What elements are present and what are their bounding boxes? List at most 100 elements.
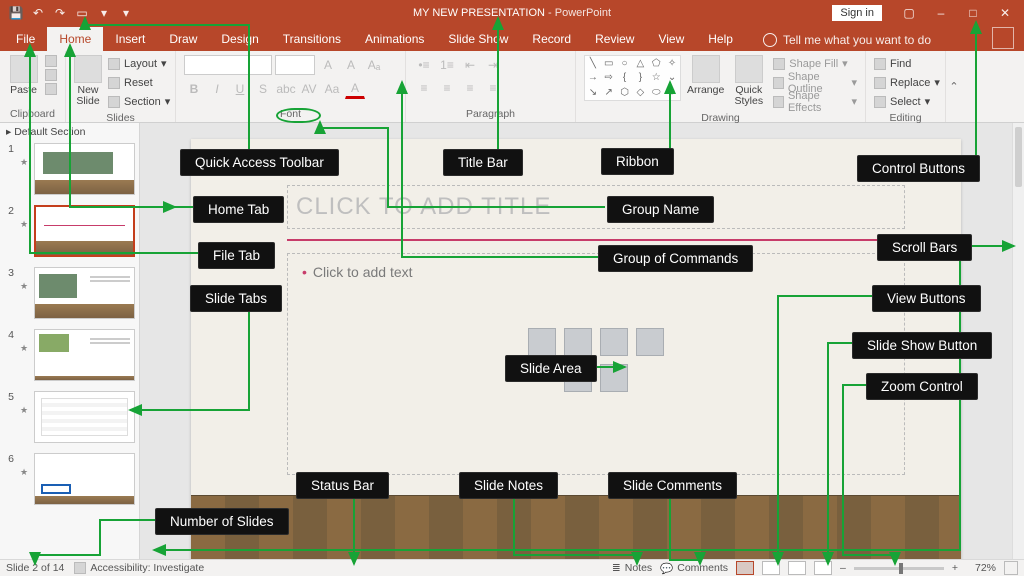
comments-toggle[interactable]: 💬 Comments bbox=[660, 562, 728, 575]
tab-insert[interactable]: Insert bbox=[103, 27, 157, 51]
font-size-select[interactable] bbox=[275, 55, 315, 75]
replace-button[interactable]: Replace ▾ bbox=[874, 74, 940, 91]
find-button[interactable]: Find bbox=[874, 55, 940, 72]
save-icon[interactable]: 💾 bbox=[8, 5, 24, 21]
fit-to-window-button[interactable] bbox=[1004, 561, 1018, 575]
collapse-ribbon-icon[interactable]: ⌃ bbox=[946, 51, 962, 122]
shape-fill-button[interactable]: Shape Fill ▾ bbox=[773, 55, 857, 72]
insert-3d-icon[interactable] bbox=[636, 328, 664, 356]
tab-record[interactable]: Record bbox=[520, 27, 583, 51]
tab-home[interactable]: Home bbox=[47, 27, 103, 51]
paste-button[interactable]: Paste bbox=[8, 55, 39, 96]
annot-show: Slide Show Button bbox=[852, 332, 992, 359]
bold-button[interactable]: B bbox=[184, 79, 204, 99]
normal-view-button[interactable] bbox=[736, 561, 754, 575]
shape-effects-button[interactable]: Shape Effects ▾ bbox=[773, 93, 857, 110]
decrease-font-icon[interactable]: A bbox=[341, 55, 361, 75]
tab-slideshow[interactable]: Slide Show bbox=[436, 27, 520, 51]
new-slide-button[interactable]: New Slide bbox=[74, 55, 102, 107]
shape-outline-button[interactable]: Shape Outline ▾ bbox=[773, 74, 857, 91]
insert-smartart-icon[interactable] bbox=[600, 328, 628, 356]
qat-customize-icon[interactable]: ▾ bbox=[118, 5, 134, 21]
spacing-button[interactable]: AV bbox=[299, 79, 319, 99]
font-color-button[interactable]: A bbox=[345, 79, 365, 99]
indent-dec-button[interactable]: ⇤ bbox=[460, 55, 480, 75]
redo-icon[interactable]: ↷ bbox=[52, 5, 68, 21]
strike-button[interactable]: S bbox=[253, 79, 273, 99]
tab-draw[interactable]: Draw bbox=[157, 27, 209, 51]
insert-table-icon[interactable] bbox=[528, 328, 556, 356]
slide-canvas[interactable]: CLICK TO ADD TITLE •Click to add text bbox=[191, 139, 961, 567]
tab-design[interactable]: Design bbox=[209, 27, 270, 51]
slide-thumb-3[interactable] bbox=[34, 267, 135, 319]
align-right-button[interactable]: ≡ bbox=[460, 78, 480, 98]
italic-button[interactable]: I bbox=[207, 79, 227, 99]
zoom-out-button[interactable]: – bbox=[840, 562, 846, 574]
sorter-view-button[interactable] bbox=[762, 561, 780, 575]
section-button[interactable]: Section ▾ bbox=[108, 93, 170, 110]
copy-icon[interactable] bbox=[45, 69, 57, 81]
sign-in-button[interactable]: Sign in bbox=[832, 5, 882, 21]
slideshow-view-button[interactable] bbox=[814, 561, 832, 575]
indent-inc-button[interactable]: ⇥ bbox=[483, 55, 503, 75]
insert-online-picture-icon[interactable] bbox=[600, 364, 628, 392]
vertical-scrollbar[interactable] bbox=[1012, 123, 1024, 564]
reset-button[interactable]: Reset bbox=[108, 74, 170, 91]
select-button[interactable]: Select ▾ bbox=[874, 93, 940, 110]
align-left-button[interactable]: ≡ bbox=[414, 78, 434, 98]
section-header[interactable]: ▸ Default Section bbox=[0, 123, 139, 141]
clear-format-icon[interactable]: Aₐ bbox=[364, 55, 384, 75]
undo-icon[interactable]: ↶ bbox=[30, 5, 46, 21]
justify-button[interactable]: ≡ bbox=[483, 78, 503, 98]
start-from-beginning-icon[interactable]: ▭ bbox=[74, 5, 90, 21]
shadow-button[interactable]: abc bbox=[276, 79, 296, 99]
reading-view-button[interactable] bbox=[788, 561, 806, 575]
tab-help[interactable]: Help bbox=[696, 27, 745, 51]
arrange-button[interactable]: Arrange bbox=[687, 55, 724, 96]
format-painter-icon[interactable] bbox=[45, 83, 57, 95]
align-center-button[interactable]: ≡ bbox=[437, 78, 457, 98]
slide-thumb-2[interactable] bbox=[34, 205, 135, 257]
tab-animations[interactable]: Animations bbox=[353, 27, 436, 51]
close-button[interactable]: ✕ bbox=[990, 2, 1020, 24]
font-family-select[interactable] bbox=[184, 55, 272, 75]
tab-review[interactable]: Review bbox=[583, 27, 646, 51]
annot-area: Slide Area bbox=[505, 355, 597, 382]
zoom-slider[interactable] bbox=[854, 567, 944, 570]
shapes-gallery[interactable]: ╲▭○△⬠✧ →⇨{}☆⌄ ↘↗⬡◇⬭▾ bbox=[584, 55, 681, 101]
slide-thumb-6[interactable] bbox=[34, 453, 135, 505]
bullets-button[interactable]: •≡ bbox=[414, 55, 434, 75]
accessibility-status[interactable]: Accessibility: Investigate bbox=[74, 562, 204, 574]
slide-counter[interactable]: Slide 2 of 14 bbox=[6, 562, 64, 574]
notes-toggle[interactable]: ≣ Notes bbox=[612, 562, 652, 574]
title-placeholder[interactable]: CLICK TO ADD TITLE bbox=[287, 185, 905, 229]
qat-more-icon[interactable]: ▾ bbox=[96, 5, 112, 21]
maximize-button[interactable]: □ bbox=[958, 2, 988, 24]
effects-icon bbox=[773, 96, 784, 108]
change-case-button[interactable]: Aa bbox=[322, 79, 342, 99]
tab-view[interactable]: View bbox=[646, 27, 696, 51]
share-icon[interactable] bbox=[992, 27, 1014, 49]
layout-button[interactable]: Layout ▾ bbox=[108, 55, 170, 72]
tell-me-search[interactable]: Tell me what you want to do bbox=[763, 33, 931, 51]
insert-chart-icon[interactable] bbox=[564, 328, 592, 356]
numbering-button[interactable]: 1≡ bbox=[437, 55, 457, 75]
scrollbar-thumb[interactable] bbox=[1015, 127, 1022, 187]
new-slide-icon bbox=[74, 55, 102, 83]
tab-transitions[interactable]: Transitions bbox=[271, 27, 353, 51]
ribbon-display-icon[interactable]: ▢ bbox=[894, 2, 924, 24]
arrange-icon bbox=[692, 55, 720, 83]
minimize-button[interactable]: – bbox=[926, 2, 956, 24]
slide-thumb-1[interactable] bbox=[34, 143, 135, 195]
increase-font-icon[interactable]: A bbox=[318, 55, 338, 75]
zoom-in-button[interactable]: + bbox=[952, 562, 958, 574]
annot-numslides: Number of Slides bbox=[155, 508, 289, 535]
quick-styles-button[interactable]: Quick Styles bbox=[730, 55, 767, 107]
slide-thumb-4[interactable] bbox=[34, 329, 135, 381]
accent-divider bbox=[287, 239, 905, 241]
underline-button[interactable]: U bbox=[230, 79, 250, 99]
zoom-percent[interactable]: 72% bbox=[966, 562, 996, 574]
cut-icon[interactable] bbox=[45, 55, 57, 67]
tab-file[interactable]: File bbox=[4, 27, 47, 51]
slide-thumb-5[interactable] bbox=[34, 391, 135, 443]
